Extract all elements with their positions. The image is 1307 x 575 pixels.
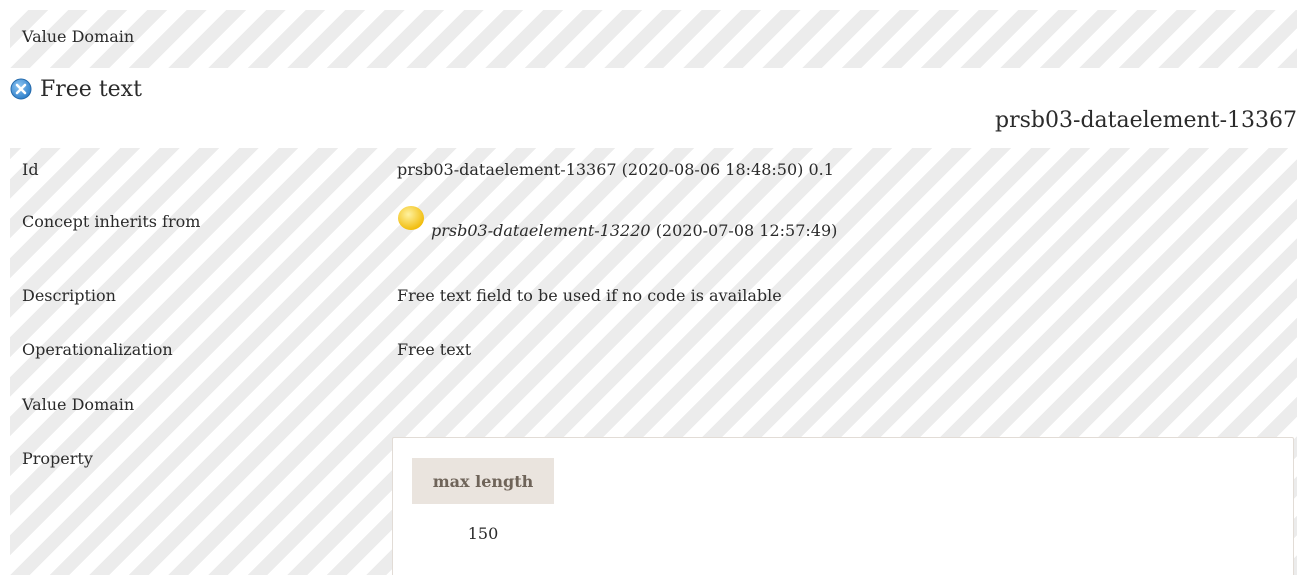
id-label: Id bbox=[22, 160, 39, 179]
operationalization-value: Free text bbox=[397, 340, 472, 359]
concept-id: prsb03-dataelement-13367 bbox=[995, 108, 1297, 133]
page: Value Domain Free text prsb03-dataelemen… bbox=[0, 0, 1307, 575]
inherits-label: Concept inherits from bbox=[22, 212, 201, 231]
status-dot-icon bbox=[397, 204, 425, 232]
inherits-date-text: (2020-07-08 12:57:49) bbox=[655, 221, 838, 240]
inherits-value: prsb03-dataelement-13220 (2020-07-08 12:… bbox=[397, 205, 838, 240]
title-text: Free text bbox=[40, 76, 142, 102]
property-table: max length 150 bbox=[392, 437, 1294, 575]
operationalization-label: Operationalization bbox=[22, 340, 173, 359]
property-cell: 150 bbox=[467, 524, 499, 543]
description-value: Free text field to be used if no code is… bbox=[397, 286, 782, 305]
property-column-header: max length bbox=[412, 458, 554, 504]
inherits-link[interactable]: prsb03-dataelement-13220 bbox=[431, 221, 651, 240]
property-label: Property bbox=[22, 449, 93, 468]
title-row: Free text bbox=[10, 72, 142, 106]
detail-panel: Id prsb03-dataelement-13367 (2020-08-06 … bbox=[10, 148, 1297, 575]
value-domain-header: Value Domain bbox=[10, 10, 1297, 68]
value-domain-label: Value Domain bbox=[22, 395, 135, 414]
close-icon[interactable] bbox=[10, 78, 32, 100]
value-domain-header-label: Value Domain bbox=[22, 27, 135, 46]
description-label: Description bbox=[22, 286, 116, 305]
id-value: prsb03-dataelement-13367 (2020-08-06 18:… bbox=[397, 160, 834, 179]
